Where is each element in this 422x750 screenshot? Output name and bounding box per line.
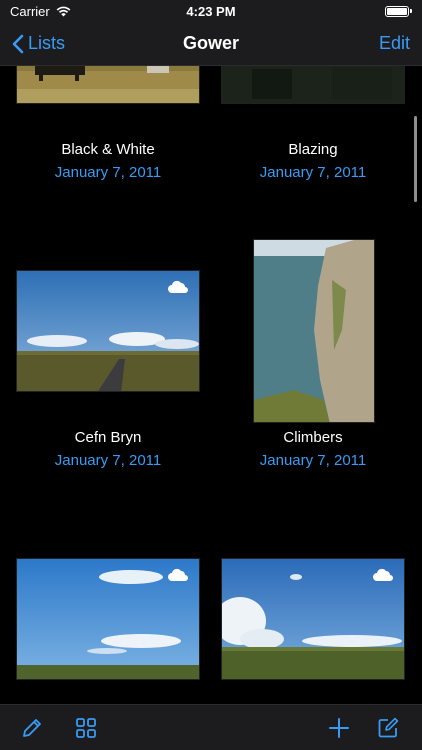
status-time: 4:23 PM [186,3,236,19]
item-date: January 7, 2011 [259,164,367,181]
photo-grid[interactable]: Black & White January 7, 2011 Blazing Ja… [0,66,422,704]
pencil-icon[interactable] [20,716,44,740]
battery-icon [385,5,412,17]
edit-button[interactable]: Edit [379,33,410,54]
plus-icon[interactable] [327,716,351,740]
cloud-icon [168,568,188,581]
photo-thumbnail-climbers[interactable] [253,239,375,423]
photo-thumbnail-cefn-bryn[interactable] [16,270,200,392]
item-date: January 7, 2011 [54,452,162,469]
nav-bar: Lists Gower Edit [0,22,422,66]
grid-icon[interactable] [74,716,98,740]
chevron-left-icon [12,34,24,53]
back-button[interactable]: Lists [12,33,65,54]
compose-icon[interactable] [376,716,400,740]
cloud-icon [373,568,393,581]
bottom-toolbar [0,704,422,750]
photo-thumbnail-clouds-moor[interactable] [221,558,405,680]
scrollbar[interactable] [414,116,417,202]
photo-thumbnail-sky-field[interactable] [16,558,200,680]
back-label: Lists [28,33,66,53]
item-title: Blazing [288,141,338,158]
page-title: Gower [182,33,240,53]
photo-thumbnail-blazing[interactable] [221,66,405,104]
cloud-icon [168,280,188,293]
item-date: January 7, 2011 [259,452,367,469]
status-bar: Carrier 4:23 PM [0,0,422,22]
item-title: Climbers [283,429,343,446]
carrier-label: Carrier [10,3,50,19]
item-title: Cefn Bryn [74,429,142,446]
carrier-group: Carrier [10,4,71,19]
photo-thumbnail-black-white[interactable] [16,66,200,104]
item-date: January 7, 2011 [54,164,162,181]
wifi-icon [56,6,71,16]
item-title: Black & White [61,141,155,158]
